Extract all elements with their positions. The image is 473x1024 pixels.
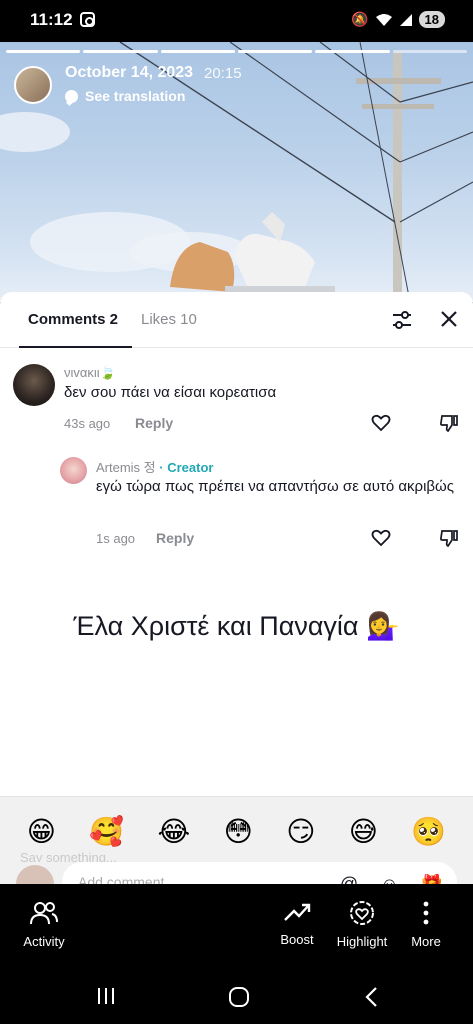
more-vertical-icon (423, 901, 429, 925)
story-date: October 14, 2023 (65, 64, 194, 81)
mute-icon: 🔕 (351, 11, 369, 27)
more-label: More (411, 934, 441, 949)
comment-input-row: Add comment... @ ☺ 🎁 (0, 862, 473, 884)
comment-input-icons: @ ☺ 🎁 (340, 874, 443, 884)
creator-badge: · Creator (159, 460, 214, 475)
dislike-icon[interactable] (439, 413, 459, 433)
system-nav-bar (0, 968, 473, 1024)
active-tab-indicator (19, 346, 132, 348)
tab-comments[interactable]: Comments 2 (28, 311, 118, 328)
close-icon[interactable] (439, 309, 459, 329)
see-translation-button[interactable]: See translation (65, 88, 185, 104)
story-progress-bar (6, 50, 467, 53)
boost-label: Boost (280, 932, 314, 947)
comment-text: δεν σου πάει να είσαι κορεατισα (64, 384, 277, 401)
trend-up-icon (284, 903, 311, 921)
back-icon[interactable] (364, 986, 378, 1008)
signal-icon (399, 13, 412, 26)
emoji-pleading-button[interactable]: 🥺 (411, 815, 446, 848)
comment-input-placeholder: Add comment... (78, 874, 177, 884)
battery-indicator: 18 (418, 11, 445, 28)
recent-apps-icon[interactable] (96, 986, 116, 1006)
emoji-hearts-button[interactable]: 🥰 (89, 815, 124, 848)
reply-username[interactable]: Artemis 정 · Creator (96, 457, 213, 476)
boost-button[interactable]: Boost (272, 884, 322, 947)
video-caption-overlay: Έλα Χριστέ και Παναγία 💁‍♀️ (73, 611, 400, 641)
story-author-avatar[interactable] (14, 66, 52, 104)
status-bar: 11:12 🔕 18 (0, 0, 473, 42)
reply-text: εγώ τώρα πως πρέπει να απαντήσω σε αυτό … (96, 478, 454, 495)
highlight-label: Highlight (336, 934, 388, 949)
filter-icon[interactable] (392, 311, 412, 329)
people-icon (30, 902, 58, 925)
reply-button[interactable]: Reply (156, 530, 194, 546)
heart-icon[interactable] (371, 413, 391, 433)
mention-icon[interactable]: @ (340, 874, 358, 884)
reply-age: 1s ago (96, 531, 136, 546)
gift-icon[interactable]: 🎁 (421, 874, 443, 884)
emoji-icon[interactable]: ☺ (380, 874, 398, 884)
status-icons: 🔕 18 (351, 11, 445, 28)
video-background[interactable]: October 14, 2023 20:15 See translation (0, 42, 473, 302)
tab-likes[interactable]: Likes 10 (141, 311, 197, 328)
wifi-icon (375, 13, 392, 26)
home-icon[interactable] (228, 986, 250, 1008)
comment-age: 43s ago (64, 416, 111, 431)
comment-username[interactable]: νιvακιι🍃 (64, 365, 116, 381)
speech-bubble-icon (65, 89, 78, 103)
creator-action-bar: Activity Boost Highlight More (0, 884, 473, 968)
dislike-icon[interactable] (439, 528, 459, 548)
emoji-joy-button[interactable]: 😂 (158, 815, 191, 848)
more-button[interactable]: More (404, 884, 448, 949)
highlight-icon (350, 901, 374, 925)
status-time: 11:12 (30, 10, 73, 29)
sheet-header: Comments 2 Likes 10 (0, 292, 473, 348)
reply-button[interactable]: Reply (135, 415, 173, 431)
emoji-grin-button[interactable]: 😁 (27, 815, 56, 848)
emoji-smirk-button[interactable]: 😏 (286, 815, 315, 848)
instagram-notification-icon (80, 12, 95, 27)
story-time: 20:15 (204, 65, 242, 82)
avatar[interactable] (60, 457, 87, 484)
emoji-sweat-smile-button[interactable]: 😅 (349, 815, 378, 848)
avatar[interactable] (13, 364, 55, 406)
reply-username-text: Artemis 정 (96, 460, 156, 475)
activity-label: Activity (23, 934, 65, 949)
emoji-flushed-button[interactable]: 😳 (224, 815, 253, 848)
activity-button[interactable]: Activity (14, 884, 74, 949)
highlight-button[interactable]: Highlight (330, 884, 394, 949)
heart-icon[interactable] (371, 528, 391, 548)
avatar (16, 865, 54, 884)
see-translation-label: See translation (85, 88, 186, 104)
